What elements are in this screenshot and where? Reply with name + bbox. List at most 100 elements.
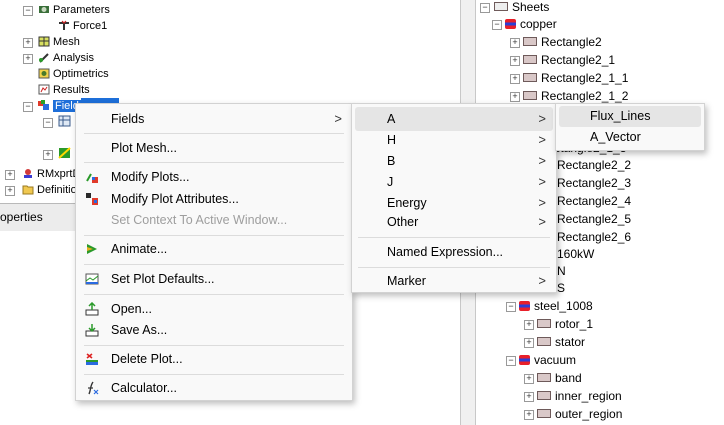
material-icon [505,19,516,29]
expand-toggle[interactable]: + [5,170,15,180]
tree-item-force1[interactable]: Force1 [58,18,107,34]
collapse-toggle[interactable]: − [492,20,502,30]
menu-separator [84,294,344,295]
menu-item-other[interactable]: Other > [352,210,556,234]
menu-item-calculator[interactable]: Calculator... [76,376,352,400]
menu-item-flux-lines[interactable]: Flux_Lines [559,106,701,127]
menu-separator [84,264,344,265]
plot-attributes-icon [86,193,98,205]
expand-toggle[interactable]: + [524,410,534,420]
force-icon [59,20,69,30]
tree-item-rectangle2-4[interactable]: Rectangle2_4 [557,192,631,210]
menu-separator [84,162,344,163]
expand-toggle[interactable]: + [5,186,15,196]
menu-item-a-vector[interactable]: A_Vector [556,127,704,148]
tree-item-copper[interactable]: copper [505,15,557,33]
menu-item-named-expression[interactable]: Named Expression... [352,240,556,264]
sheet-object-icon [523,55,537,64]
tree-item-stator[interactable]: stator [537,333,585,351]
tree-item-band[interactable]: band [537,369,582,387]
menu-separator [84,345,344,346]
tree-item-definitions[interactable]: Definitio [22,182,77,198]
tree-item-rmxprt-design[interactable]: RMxprtD [22,166,80,182]
tree-item-rectangle2-5[interactable]: Rectangle2_5 [557,210,631,228]
tree-item-rectangle2-1[interactable]: Rectangle2_1 [523,51,615,69]
menu-item-marker[interactable]: Marker > [352,269,556,293]
menu-item-plot-mesh[interactable]: Plot Mesh... [76,136,352,160]
tree-item-rectangle2[interactable]: Rectangle2 [523,33,602,51]
field-overlays-icon [38,100,49,110]
menu-item-modify-plots[interactable]: Modify Plots... [76,165,352,189]
collapse-toggle[interactable]: − [506,302,516,312]
sheet-object-icon [537,373,551,382]
mesh-icon [38,36,50,47]
menu-item-save-as[interactable]: Save As... [76,318,352,342]
chevron-right-icon: > [538,273,546,288]
plot-icon [58,147,71,159]
tree-item-rotor-1[interactable]: rotor_1 [537,315,593,333]
plot-defaults-icon [85,273,99,285]
expand-toggle[interactable]: + [524,374,534,384]
folder-icon [22,185,34,195]
tree-item-results[interactable]: Results [38,82,90,98]
expand-toggle[interactable]: + [23,54,33,64]
menu-item-fields[interactable]: Fields > [76,107,352,131]
sheet-object-icon [537,391,551,400]
expand-toggle[interactable]: + [524,392,534,402]
a-submenu: Flux_Lines A_Vector [555,103,705,151]
expand-toggle[interactable]: + [524,338,534,348]
menu-item-set-context[interactable]: Set Context To Active Window... [76,208,352,232]
sheet-object-icon [537,409,551,418]
menu-item-animate[interactable]: Animate... [76,237,352,261]
menu-separator [84,235,344,236]
expand-toggle[interactable]: + [23,38,33,48]
tree-item-analysis[interactable]: Analysis [38,50,94,66]
delete-plot-icon [86,353,98,365]
tree-item-steel-1008[interactable]: steel_1008 [519,297,593,315]
design-icon [24,169,32,178]
expand-toggle[interactable]: + [510,92,520,102]
tree-item-mesh[interactable]: Mesh [38,34,80,50]
sheet-object-icon [523,73,537,82]
menu-separator [358,267,550,268]
tree-item-sheets[interactable]: Sheets [494,0,549,16]
tree-item-outer-region[interactable]: outer_region [537,405,622,423]
collapse-toggle[interactable]: − [506,356,516,366]
expand-toggle[interactable]: + [510,56,520,66]
tree-item-s[interactable]: S [557,279,565,297]
material-icon [519,301,530,311]
expand-toggle[interactable]: + [510,74,520,84]
tree-item-160kw[interactable]: 160kW [557,245,594,263]
sheets-icon [494,2,508,11]
expand-toggle[interactable]: + [524,320,534,330]
collapse-toggle[interactable]: − [43,118,53,128]
tree-item-vacuum[interactable]: vacuum [519,351,576,369]
plot-folder-icon [58,115,71,127]
sheet-object-icon [537,319,551,328]
sheet-object-icon [537,337,551,346]
properties-panel-header: operties [0,203,75,232]
tree-item-rectangle2-1-1[interactable]: Rectangle2_1_1 [523,69,628,87]
expand-toggle[interactable]: + [510,38,520,48]
collapse-toggle[interactable]: − [23,102,33,112]
menu-separator [84,133,344,134]
menu-item-set-plot-defaults[interactable]: Set Plot Defaults... [76,267,352,291]
tree-item-inner-region[interactable]: inner_region [537,387,622,405]
save-as-icon [85,324,99,337]
menu-item-delete-plot[interactable]: Delete Plot... [76,347,352,371]
expand-toggle[interactable]: + [43,150,53,160]
menu-separator [358,237,550,238]
tree-item-optimetrics[interactable]: Optimetrics [38,66,109,82]
tree-item-rectangle2-3[interactable]: Rectangle2_3 [557,174,631,192]
chevron-right-icon: > [334,111,342,126]
collapse-toggle[interactable]: − [480,3,490,13]
tree-item-rectangle2-2[interactable]: Rectangle2_2 [557,156,631,174]
tree-item-rectangle2-6[interactable]: Rectangle2_6 [557,228,631,246]
context-menu: Fields > Plot Mesh... Modify Plots... Mo… [75,103,353,401]
collapse-toggle[interactable]: − [23,6,33,16]
open-icon [85,302,99,316]
tree-item-n[interactable]: N [557,262,566,280]
tree-item-parameters[interactable]: Parameters [38,2,110,18]
chevron-right-icon: > [538,214,546,229]
optimetrics-icon [38,68,50,79]
